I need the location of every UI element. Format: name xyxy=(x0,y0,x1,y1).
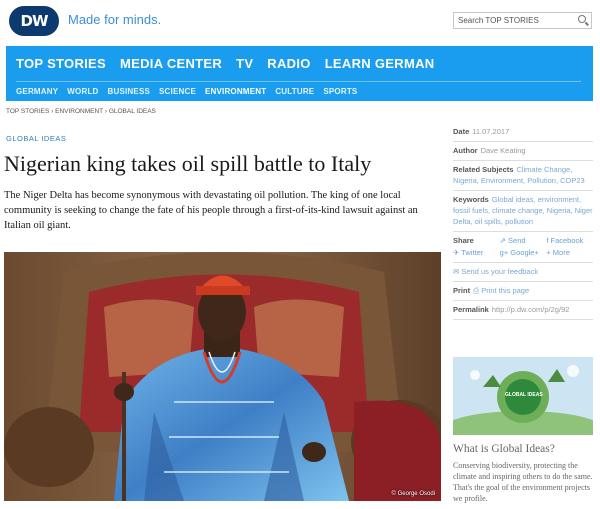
nav-top-stories[interactable]: TOP STORIES xyxy=(16,56,106,71)
subnav-business[interactable]: BUSINESS xyxy=(108,87,151,96)
share-section: Share ⇗ Send f Facebook ✈ Twitter g+ Goo… xyxy=(453,232,593,263)
main-navigation: TOP STORIES MEDIA CENTER TV RADIO LEARN … xyxy=(6,46,593,101)
permalink-value[interactable]: http://p.dw.com/p/2g/92 xyxy=(492,305,570,314)
nav-divider xyxy=(16,81,581,82)
meta-date: Date 11.07.2017 xyxy=(453,123,593,142)
print-label: Print xyxy=(453,286,471,295)
photo-credit: © George Osodi xyxy=(391,491,435,497)
article-sidebar: Date 11.07.2017 Author Dave Keating Relate… xyxy=(453,123,593,320)
nav-learn-german[interactable]: LEARN GERMAN xyxy=(325,56,435,71)
king-portrait-illustration xyxy=(4,252,441,501)
search-placeholder: Search TOP STORIES xyxy=(458,16,539,25)
subnav-germany[interactable]: GERMANY xyxy=(16,87,58,96)
permalink-row: Permalink http://p.dw.com/p/2g/92 xyxy=(453,301,593,320)
keywords-label: Keywords xyxy=(453,195,489,204)
twitter-icon: ✈ xyxy=(453,248,462,257)
meta-related: Related Subjects Climate Change, Nigeria,… xyxy=(453,161,593,191)
dw-logo[interactable]: DW xyxy=(9,6,59,36)
related-label: Related Subjects xyxy=(453,165,514,174)
meta-keywords: Keywords Global ideas, environment, fossi… xyxy=(453,191,593,232)
nav-tv[interactable]: TV xyxy=(236,56,253,71)
share-twitter-label: Twitter xyxy=(461,248,484,257)
share-send[interactable]: ⇗ Send xyxy=(500,235,547,246)
share-twitter[interactable]: ✈ Twitter xyxy=(453,247,500,258)
share-google-label: Google+ xyxy=(510,248,539,257)
meta-author: Author Dave Keating xyxy=(453,142,593,161)
article-headline: Nigerian king takes oil spill battle to … xyxy=(4,151,372,176)
search-input[interactable]: Search TOP STORIES xyxy=(453,12,592,29)
permalink-label: Permalink xyxy=(453,305,489,314)
subnav-environment[interactable]: ENVIRONMENT xyxy=(205,87,266,96)
logo-text: DW xyxy=(20,12,49,30)
google-plus-icon: g+ xyxy=(499,248,511,257)
share-more[interactable]: + More xyxy=(546,247,593,258)
date-value: 11.07.2017 xyxy=(472,127,510,136)
share-facebook[interactable]: f Facebook xyxy=(546,235,593,246)
share-more-label: More xyxy=(552,248,570,257)
print-link[interactable]: Print this page xyxy=(481,286,529,295)
share-facebook-label: Facebook xyxy=(550,236,584,245)
subnav-science[interactable]: SCIENCE xyxy=(159,87,196,96)
promo-badge: GLOBAL IDEAS xyxy=(505,392,543,398)
promo-description: Conserving biodiversity, protecting the … xyxy=(453,461,593,503)
subnav-world[interactable]: WORLD xyxy=(67,87,98,96)
printer-icon: ⎙ xyxy=(473,286,482,295)
feedback-link[interactable]: Send us your feedback xyxy=(461,267,538,276)
promo-title[interactable]: What is Global Ideas? xyxy=(453,443,555,455)
breadcrumb[interactable]: TOP STORIES › ENVIRONMENT › GLOBAL IDEAS xyxy=(6,108,156,115)
nav-radio[interactable]: RADIO xyxy=(267,56,310,71)
feedback-row: ✉ Send us your feedback xyxy=(453,263,593,282)
author-value: Dave Keating xyxy=(480,146,526,155)
author-label: Author xyxy=(453,146,478,155)
nav-media-center[interactable]: MEDIA CENTER xyxy=(120,56,222,71)
article-photo: © George Osodi xyxy=(4,252,441,501)
global-ideas-promo-image[interactable]: GLOBAL IDEAS xyxy=(453,357,593,435)
search-icon[interactable] xyxy=(578,15,586,23)
article-kicker[interactable]: GLOBAL IDEAS xyxy=(6,134,66,143)
share-label: Share xyxy=(453,236,474,245)
date-label: Date xyxy=(453,127,470,136)
tagline: Made for minds. xyxy=(68,12,162,27)
print-row: Print ⎙ Print this page xyxy=(453,282,593,301)
subnav-culture[interactable]: CULTURE xyxy=(275,87,314,96)
share-send-label: Send xyxy=(508,236,526,245)
article-lead: The Niger Delta has become synonymous wi… xyxy=(4,190,418,231)
share-google[interactable]: g+ Google+ xyxy=(500,247,547,258)
subnav-sports[interactable]: SPORTS xyxy=(323,87,357,96)
